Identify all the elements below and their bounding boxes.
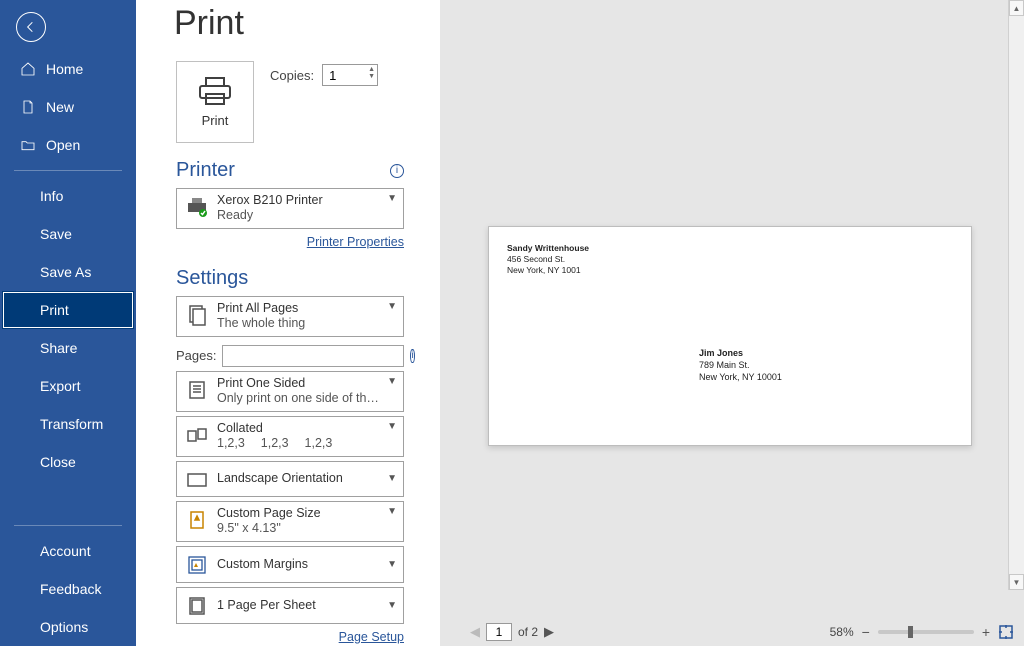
sidebar-item-label: Account (40, 543, 91, 559)
zoom-out-button[interactable]: − (862, 624, 870, 640)
home-icon (20, 61, 38, 77)
new-doc-icon (20, 99, 38, 115)
sidebar-item-options[interactable]: Options (0, 608, 136, 646)
sidebar-item-new[interactable]: New (0, 88, 136, 126)
pagesize-icon (183, 506, 211, 534)
printer-name: Xerox B210 Printer (217, 193, 383, 208)
setting-pagesize[interactable]: Custom Page Size9.5" x 4.13" ▼ (176, 501, 404, 542)
spinner-up-icon[interactable]: ▲ (368, 66, 375, 73)
prev-page-button[interactable]: ◀ (470, 624, 480, 640)
one-sided-icon (183, 376, 211, 404)
sidebar-item-save[interactable]: Save (0, 215, 136, 253)
chevron-down-icon: ▼ (387, 473, 397, 484)
pages-label: Pages: (176, 348, 216, 363)
chevron-down-icon: ▼ (387, 559, 397, 570)
sidebar-item-open[interactable]: Open (0, 126, 136, 164)
envelope-from-name: Sandy Writtenhouse (507, 243, 589, 254)
current-page-input[interactable] (486, 623, 512, 641)
sidebar-item-export[interactable]: Export (0, 367, 136, 405)
setting-collate[interactable]: Collated1,2,3 1,2,3 1,2,3 ▼ (176, 416, 404, 457)
zoom-in-button[interactable]: + (982, 624, 990, 640)
scroll-down-button[interactable]: ▼ (1009, 574, 1024, 590)
printer-icon (198, 77, 232, 105)
envelope-to-name: Jim Jones (699, 347, 782, 359)
back-button[interactable] (16, 12, 46, 42)
page-of-label: of 2 (518, 625, 538, 639)
copies-spinner[interactable]: ▲▼ (322, 64, 378, 86)
preview-scrollbar[interactable]: ▲ ▼ (1008, 0, 1024, 590)
print-button-label: Print (202, 113, 229, 128)
spinner-down-icon[interactable]: ▼ (368, 73, 375, 80)
printer-info-icon[interactable]: i (390, 164, 404, 178)
envelope-to-city: New York, NY 10001 (699, 371, 782, 383)
sidebar-item-account[interactable]: Account (0, 532, 136, 570)
sidebar-item-label: Save As (40, 264, 91, 280)
sidebar-item-transform[interactable]: Transform (0, 405, 136, 443)
backstage-sidebar: Home New Open Info Save Save As Print Sh… (0, 0, 136, 646)
zoom-label: 58% (830, 625, 854, 639)
preview-page: Sandy Writtenhouse 456 Second St. New Yo… (488, 226, 972, 446)
sidebar-item-label: Options (40, 619, 88, 635)
sidebar-item-label: Open (46, 137, 80, 153)
chevron-down-icon: ▼ (387, 193, 397, 204)
sidebar-item-close[interactable]: Close (0, 443, 136, 481)
chevron-down-icon: ▼ (387, 506, 397, 517)
landscape-icon (183, 465, 211, 493)
page-title: Print (174, 4, 404, 43)
open-folder-icon (20, 137, 38, 153)
copies-label: Copies: (270, 68, 314, 83)
copies-input[interactable] (323, 68, 359, 83)
collate-icon (183, 421, 211, 449)
sidebar-item-share[interactable]: Share (0, 329, 136, 367)
printer-selector[interactable]: Xerox B210 Printer Ready ▼ (176, 188, 404, 229)
margins-icon (183, 551, 211, 579)
pages-icon (183, 301, 211, 329)
sidebar-item-label: Info (40, 188, 63, 204)
envelope-from-city: New York, NY 1001 (507, 265, 589, 276)
zoom-to-page-button[interactable] (998, 624, 1014, 640)
print-preview-pane: Sandy Writtenhouse 456 Second St. New Yo… (440, 0, 1024, 646)
sidebar-item-label: New (46, 99, 74, 115)
printer-heading: Printer (176, 159, 235, 182)
page-setup-link[interactable]: Page Setup (176, 630, 404, 644)
sidebar-item-label: Close (40, 454, 76, 470)
sidebar-item-label: Transform (40, 416, 103, 432)
setting-sides[interactable]: Print One SidedOnly print on one side of… (176, 371, 404, 412)
print-button[interactable]: Print (176, 61, 254, 143)
sidebar-item-print[interactable]: Print (2, 291, 134, 329)
sidebar-item-home[interactable]: Home (0, 50, 136, 88)
chevron-down-icon: ▼ (387, 421, 397, 432)
envelope-from-street: 456 Second St. (507, 254, 589, 265)
chevron-down-icon: ▼ (387, 376, 397, 387)
sidebar-item-label: Home (46, 61, 83, 77)
sidebar-item-label: Export (40, 378, 80, 394)
sidebar-item-feedback[interactable]: Feedback (0, 570, 136, 608)
pages-info-icon[interactable]: i (410, 349, 414, 363)
sidebar-item-label: Share (40, 340, 77, 356)
sidebar-item-label: Feedback (40, 581, 101, 597)
printer-properties-link[interactable]: Printer Properties (176, 235, 404, 249)
sidebar-item-label: Print (40, 302, 69, 318)
chevron-down-icon: ▼ (387, 301, 397, 312)
setting-margins[interactable]: Custom Margins ▼ (176, 546, 404, 583)
setting-orientation[interactable]: Landscape Orientation ▼ (176, 461, 404, 498)
printer-status-icon (183, 193, 211, 221)
settings-heading: Settings (176, 267, 248, 290)
printer-status: Ready (217, 208, 383, 223)
sidebar-item-label: Save (40, 226, 72, 242)
envelope-to-street: 789 Main St. (699, 359, 782, 371)
setting-scope[interactable]: Print All PagesThe whole thing ▼ (176, 296, 404, 337)
setting-persheet[interactable]: 1 Page Per Sheet ▼ (176, 587, 404, 624)
per-sheet-icon (183, 592, 211, 620)
sidebar-item-info[interactable]: Info (0, 177, 136, 215)
chevron-down-icon: ▼ (387, 600, 397, 611)
sidebar-item-saveas[interactable]: Save As (0, 253, 136, 291)
zoom-slider[interactable] (878, 630, 974, 634)
scroll-up-button[interactable]: ▲ (1009, 0, 1024, 16)
next-page-button[interactable]: ▶ (544, 624, 554, 640)
pages-input[interactable] (222, 345, 404, 367)
